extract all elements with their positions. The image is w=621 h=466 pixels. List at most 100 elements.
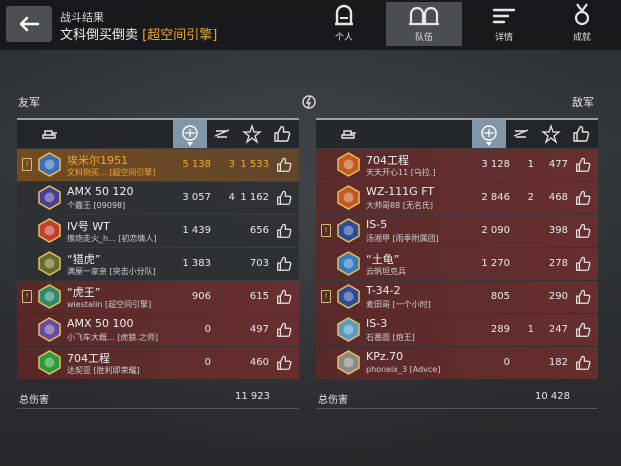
enemies-total-label: 总伤害 (318, 395, 348, 406)
assist-value: 703 (249, 258, 269, 269)
damage-value: 1 270 (481, 258, 510, 269)
vehicle-name: “虎王” (67, 286, 101, 299)
table-row[interactable]: IS-3 石番圆 [炮王] 289 1 247 (316, 314, 598, 346)
enemies-sort-tank[interactable] (338, 120, 360, 148)
enemies-sort-track[interactable] (506, 120, 536, 148)
vehicle-name: “猎虎” (67, 253, 101, 266)
tab-achievements[interactable]: 成就 (544, 2, 620, 46)
enemies-table-header (316, 118, 598, 148)
assist-value: 1 162 (240, 192, 269, 203)
player-name: 汤湘甲 (366, 234, 390, 243)
table-row[interactable]: WZ-111G FT 大帅哥88 [无名氏] 2 846 2 468 (316, 182, 598, 214)
vehicle-name: IV号 WT (67, 220, 110, 233)
thumbs-up-icon (277, 157, 292, 172)
enemies-sort-damage[interactable] (472, 120, 506, 148)
thumbs-up-icon (576, 190, 591, 205)
thumbs-up-icon (277, 223, 292, 238)
player-clan: [乌拉.] (410, 168, 436, 177)
top-bar: 战斗结果 文科倒买倒卖 [超空间引擎] 个人 队伍 详情 成就 (0, 0, 621, 50)
vehicle-name: AMX 50 100 (67, 317, 134, 330)
player-clan: [一个小时] (392, 300, 431, 309)
table-row[interactable]: “土龟” 云帆坦克兵 1 270 278 (316, 248, 598, 280)
player-clan: [胜利即荣耀] (93, 366, 140, 375)
player-info: 文科倒买... [超空间引擎] (67, 167, 155, 178)
vehicle-name: “土龟” (366, 253, 400, 266)
tab-personal[interactable]: 个人 (306, 2, 382, 46)
lightning-icon (302, 95, 316, 109)
vehicle-name: 704工程 (366, 154, 409, 167)
vehicle-name: AMX 50 120 (67, 185, 134, 198)
table-row[interactable]: AMX 50 120 个霾王 [09098] 3 057 4 1 162 (17, 182, 299, 214)
enemies-divider (316, 408, 598, 409)
player-name: 麦田哥 (366, 300, 390, 309)
assist-value: 656 (249, 225, 269, 236)
table-row[interactable]: ! “虎王” wiestalin [超空间引擎] 906 615 (17, 281, 299, 313)
thumbs-up-icon (277, 355, 292, 370)
assist-value: 460 (249, 357, 269, 368)
allies-sort-damage[interactable] (173, 120, 207, 148)
player-info: 个霾王 [09098] (67, 200, 125, 211)
allies-sort-star[interactable] (239, 120, 265, 148)
tab-details[interactable]: 详情 (466, 2, 542, 46)
allies-sort-tank[interactable] (39, 120, 61, 148)
assist-value: 290 (548, 291, 568, 302)
player-clan: [初恋情人] (118, 234, 157, 243)
player-clan: [超空间引擎] (109, 168, 156, 177)
allies-table: ! 埃米尔1951 文科倒买... [超空间引擎] 5 138 3 1 533 AMX 50… (17, 118, 299, 379)
vehicle-name: KPz.70 (366, 350, 404, 363)
player-clan: [虎狼.之师] (117, 333, 158, 342)
table-row[interactable]: ! 埃米尔1951 文科倒买... [超空间引擎] 5 138 3 1 533 (17, 149, 299, 181)
track-icon (214, 129, 230, 138)
tank-icon (341, 130, 356, 139)
allies-sort-track[interactable] (207, 120, 237, 148)
platoon-icon: ! (321, 224, 331, 237)
damage-value: 3 057 (182, 192, 211, 203)
vehicle-emblem-icon (38, 284, 61, 309)
table-row[interactable]: 704工程 天天开心11 [乌拉.] 3 128 1 477 (316, 149, 598, 181)
player-clan: [09098] (93, 201, 126, 210)
back-button[interactable] (6, 6, 52, 42)
table-row[interactable]: ! IS-5 汤湘甲 [雨季附属团] 2 090 398 (316, 215, 598, 247)
assist-value: 468 (548, 192, 568, 203)
player-info: 石番圆 [炮王] (366, 332, 415, 343)
damage-value: 2 090 (481, 225, 510, 236)
battle-result-label: 战斗结果 (60, 11, 104, 24)
player-name: phoneix_3 (366, 365, 408, 374)
thumbs-up-icon (277, 190, 292, 205)
vehicle-emblem-icon (337, 284, 360, 309)
enemies-label: 敌军 (572, 96, 594, 109)
table-row[interactable]: AMX 50 100 小飞车大概... [虎狼.之师] 0 497 (17, 314, 299, 346)
player-name: wiestalin (67, 300, 103, 309)
player-info: 汤湘甲 [雨季附属团] (366, 233, 439, 244)
table-row[interactable]: 704工程 达契亚 [胜利即荣耀] 0 460 (17, 347, 299, 379)
vehicle-emblem-icon (337, 218, 360, 243)
table-row[interactable]: KPz.70 phoneix_3 [Advce] 0 182 (316, 347, 598, 379)
page-title: 文科倒买倒卖 [超空间引擎] (60, 24, 217, 43)
tab-team[interactable]: 队伍 (386, 2, 462, 46)
allies-label: 友军 (18, 96, 40, 109)
vehicle-name: IS-3 (366, 317, 388, 330)
vehicle-emblem-icon (38, 317, 61, 342)
assist-value: 497 (249, 324, 269, 335)
medal-icon (574, 3, 590, 26)
damage-icon (182, 125, 198, 141)
player-clan: [超空间引擎] (104, 300, 152, 309)
damage-value: 1 383 (182, 258, 211, 269)
enemies-sort-thumbs-up[interactable] (568, 120, 594, 148)
allies-total-damage: 11 923 (235, 391, 270, 402)
vehicle-emblem-icon (337, 185, 360, 210)
enemies-sort-star[interactable] (538, 120, 564, 148)
allies-table-header (17, 118, 299, 148)
team-icon (409, 6, 439, 26)
assist-value: 182 (548, 357, 568, 368)
vehicle-emblem-icon (38, 185, 61, 210)
table-row[interactable]: “猎虎” 满屋一家亲 [突击小分队] 1 383 703 (17, 248, 299, 280)
player-info: 擦炮走火_h... [初恋情人] (67, 233, 157, 244)
thumbs-up-icon (277, 256, 292, 271)
thumbs-up-icon (576, 223, 591, 238)
table-row[interactable]: ! T-34-2 麦田哥 [一个小时] 805 290 (316, 281, 598, 313)
table-row[interactable]: IV号 WT 擦炮走火_h... [初恋情人] 1 439 656 (17, 215, 299, 247)
allies-sort-thumbs-up[interactable] (269, 120, 295, 148)
player-info: 达契亚 [胜利即荣耀] (67, 365, 140, 376)
sort-arrow-icon (187, 142, 193, 146)
